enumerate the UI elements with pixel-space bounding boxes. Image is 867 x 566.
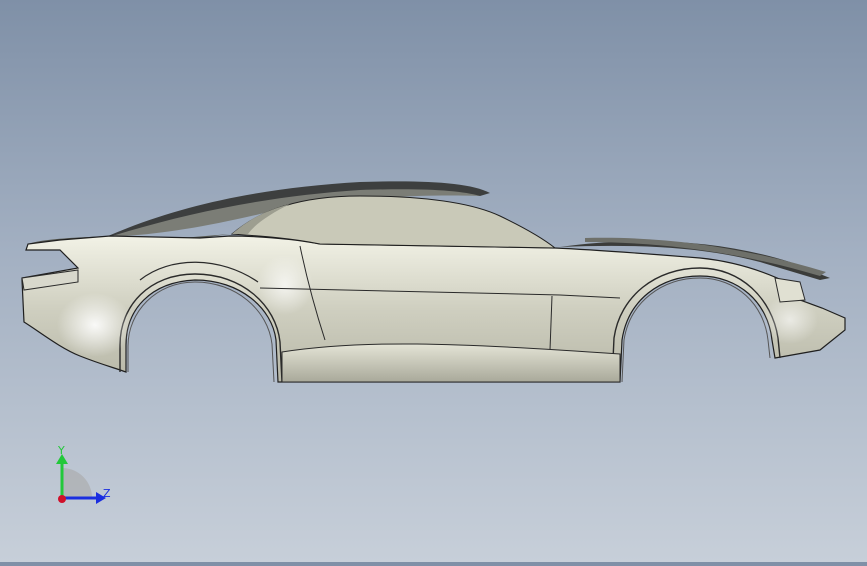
triad-quadrant-icon bbox=[62, 468, 92, 498]
graphics-viewport[interactable] bbox=[0, 0, 867, 562]
car-body-model[interactable] bbox=[0, 0, 867, 562]
rear-highlight bbox=[57, 293, 133, 357]
y-axis-label: Y bbox=[57, 444, 65, 457]
x-axis-dot-icon bbox=[58, 495, 66, 503]
coordinate-triad: Y Z bbox=[40, 440, 130, 515]
front-fascia bbox=[774, 277, 806, 303]
front-highlight bbox=[762, 296, 818, 344]
door-highlight bbox=[257, 255, 313, 315]
z-axis-label: Z bbox=[103, 487, 111, 500]
